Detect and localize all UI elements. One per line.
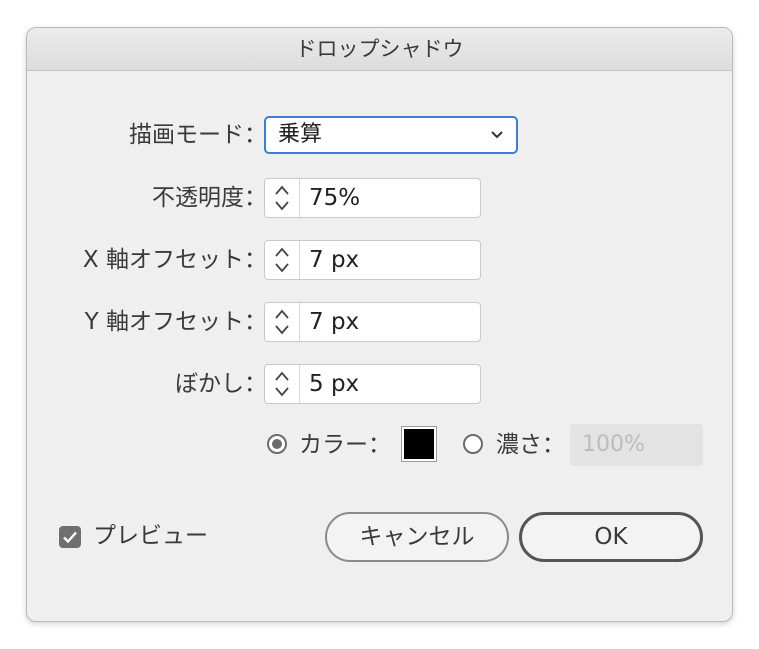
darkness-label: 濃さ： — [496, 432, 565, 458]
blur-label: ぼかし： — [175, 371, 267, 397]
drop-shadow-dialog: ドロップシャドウ 描画モード： 乗算 不透明度： 75% X 軸オフセット： 7… — [26, 27, 733, 622]
opacity-label: 不透明度： — [152, 185, 267, 211]
y-offset-label: Y 軸オフセット： — [84, 309, 267, 335]
opacity-value[interactable]: 75% — [309, 179, 360, 217]
opacity-stepper[interactable] — [265, 179, 300, 217]
x-offset-value[interactable]: 7 px — [309, 241, 359, 279]
darkness-field: 100% — [570, 424, 703, 466]
dialog-title: ドロップシャドウ — [27, 28, 732, 71]
chevron-down-icon — [491, 131, 503, 139]
x-offset-stepper[interactable] — [265, 241, 300, 279]
mode-select[interactable]: 乗算 — [264, 116, 518, 154]
stepper-arrows-icon — [275, 185, 289, 211]
y-offset-field[interactable]: 7 px — [264, 302, 481, 342]
ok-button[interactable]: OK — [519, 512, 703, 562]
mode-select-value: 乗算 — [278, 122, 323, 147]
preview-checkbox[interactable] — [59, 526, 81, 548]
blur-field[interactable]: 5 px — [264, 364, 481, 404]
x-offset-label: X 軸オフセット： — [82, 247, 267, 273]
darkness-value: 100% — [582, 432, 645, 457]
y-offset-value[interactable]: 7 px — [309, 303, 359, 341]
y-offset-stepper[interactable] — [265, 303, 300, 341]
darkness-radio[interactable] — [463, 434, 483, 454]
stepper-arrows-icon — [275, 309, 289, 335]
color-radio[interactable] — [267, 434, 287, 454]
stepper-arrows-icon — [275, 371, 289, 397]
checkmark-icon — [63, 531, 77, 544]
x-offset-field[interactable]: 7 px — [264, 240, 481, 280]
blur-stepper[interactable] — [265, 365, 300, 403]
mode-label: 描画モード： — [129, 122, 267, 148]
preview-label[interactable]: プレビュー — [93, 516, 208, 556]
cancel-button[interactable]: キャンセル — [325, 512, 509, 562]
stepper-arrows-icon — [275, 247, 289, 273]
color-swatch[interactable] — [401, 426, 437, 462]
opacity-field[interactable]: 75% — [264, 178, 481, 218]
blur-value[interactable]: 5 px — [309, 365, 359, 403]
color-label: カラー： — [299, 432, 391, 458]
